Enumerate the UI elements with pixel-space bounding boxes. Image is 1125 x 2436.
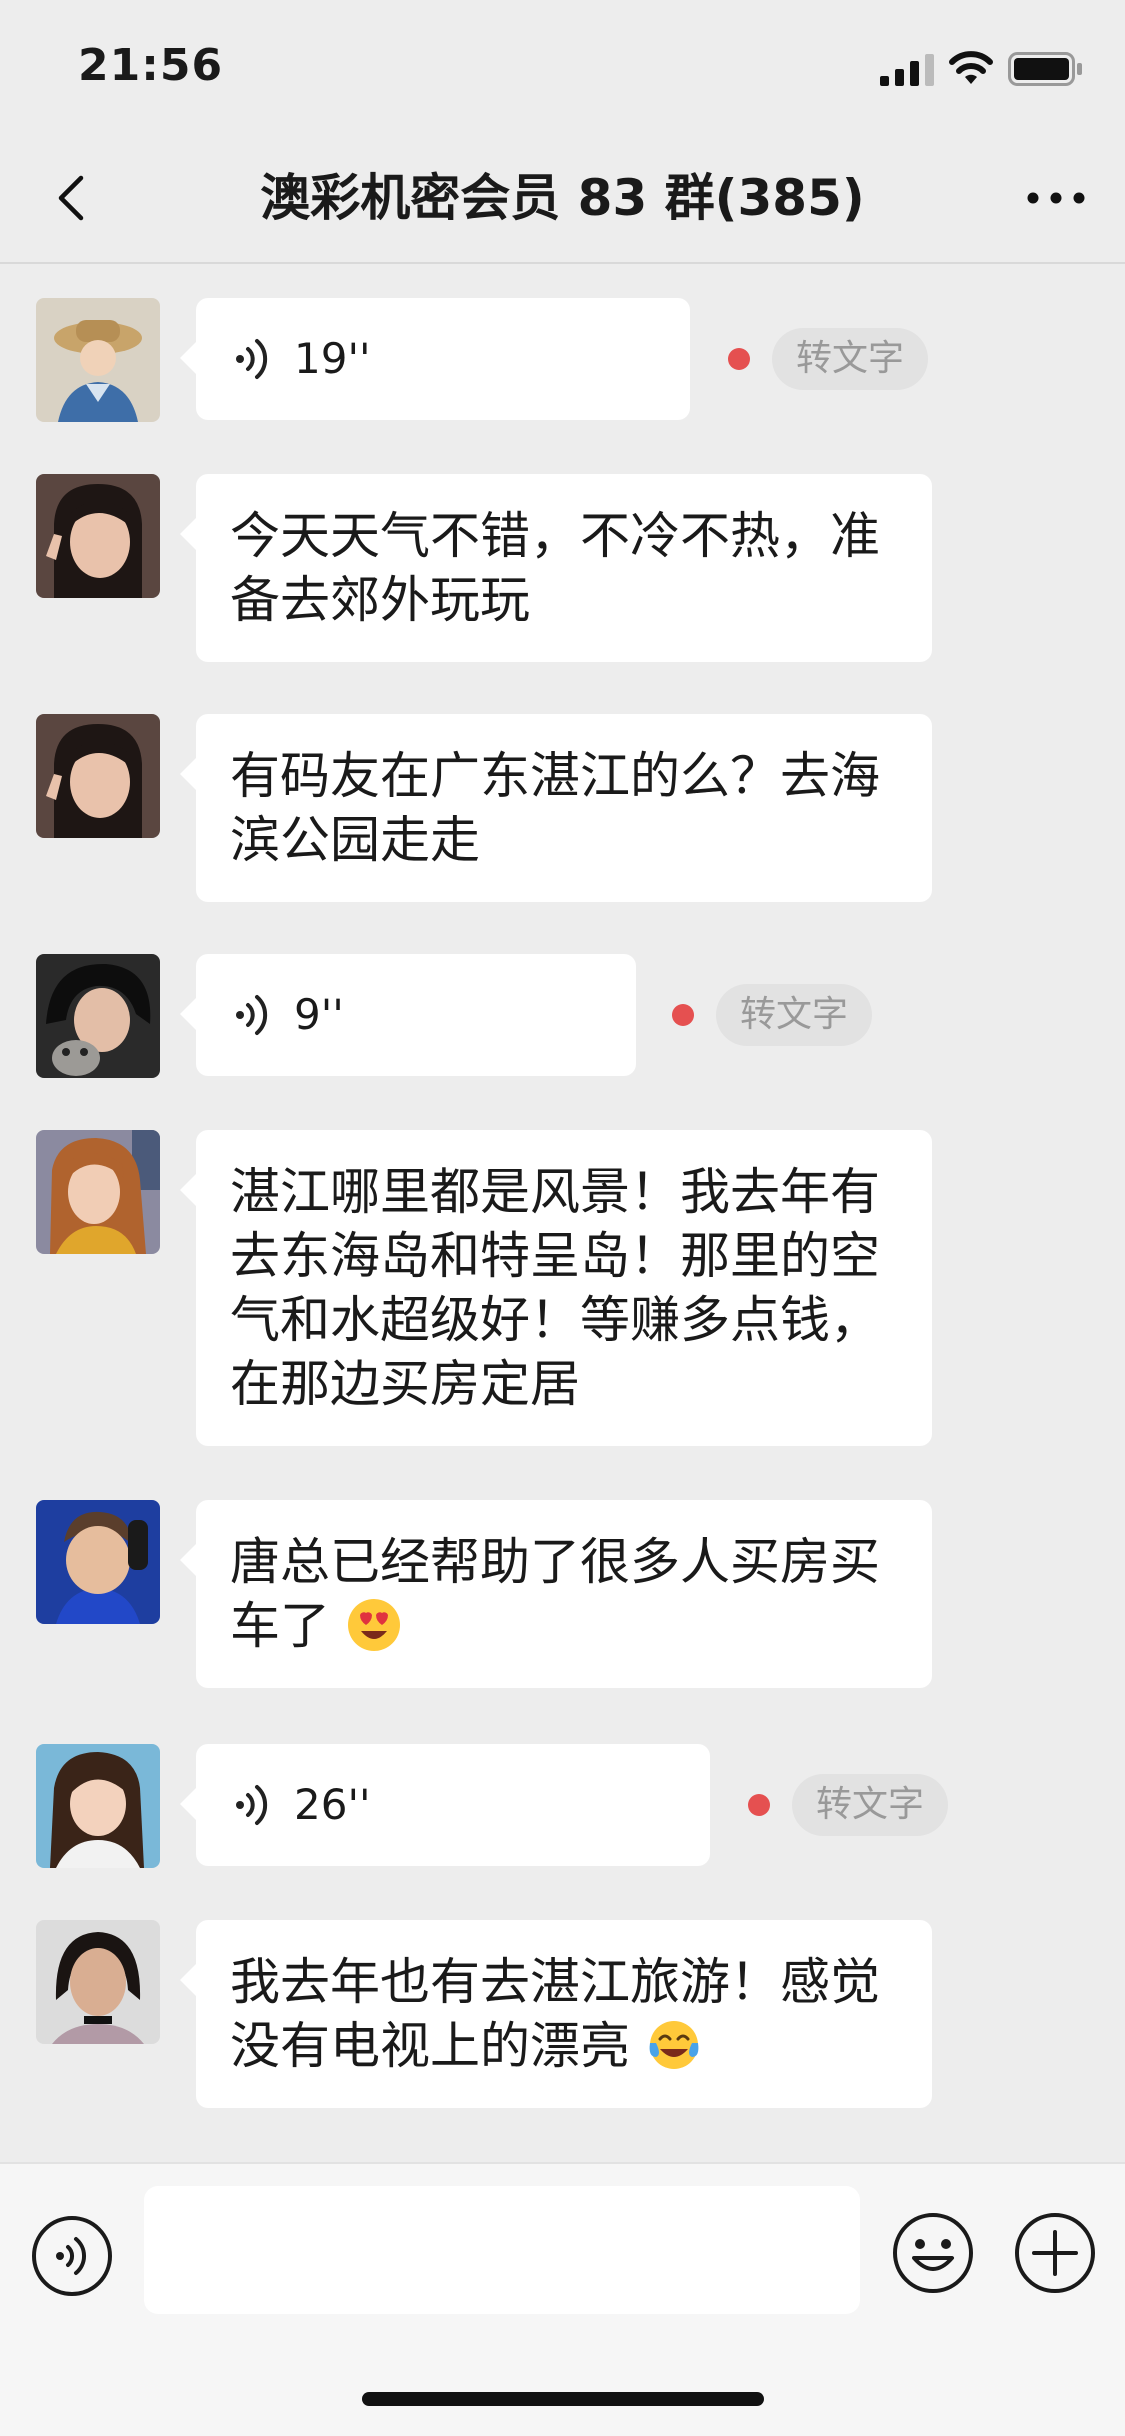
avatar[interactable] (36, 954, 160, 1078)
battery-icon (1008, 52, 1082, 86)
voice-duration: 26'' (294, 1780, 371, 1829)
message-text: 今天天气不错，不冷不热，准备去郊外玩玩 (230, 507, 880, 629)
status-time: 21:56 (78, 40, 224, 91)
avatar[interactable] (36, 474, 160, 598)
message-text: 湛江哪里都是风景！我去年有去东海岛和特呈岛！那里的空气和水超级好！等赚多点钱，在… (230, 1163, 880, 1413)
unread-dot (672, 1004, 694, 1026)
message-text: 有码友在广东湛江的么？去海滨公园走走 (230, 747, 880, 869)
chevron-left-icon (58, 175, 84, 221)
emoji-button-icon[interactable] (890, 2210, 976, 2296)
voice-wave-icon (236, 339, 268, 379)
more-dots-icon (1027, 192, 1085, 204)
text-message-bubble[interactable]: 唐总已经帮助了很多人买房买车了 (180, 1500, 932, 1688)
avatar[interactable] (36, 298, 160, 422)
status-bar: 21:56 (0, 0, 1125, 132)
text-message-bubble[interactable]: 我去年也有去湛江旅游！感觉没有电视上的漂亮 (180, 1920, 932, 2108)
convert-to-text-button[interactable]: 转文字 (716, 984, 873, 1046)
voice-message-bubble[interactable]: 26'' (180, 1744, 710, 1866)
voice-wave-icon (236, 1785, 268, 1825)
unread-dot (728, 348, 750, 370)
voice-message-bubble[interactable]: 9'' (180, 954, 636, 1076)
avatar[interactable] (36, 1130, 160, 1254)
avatar[interactable] (36, 1744, 160, 1868)
tears-of-joy-emoji-icon (649, 2021, 699, 2069)
nav-bar: 澳彩机密会员 83 群(385) (0, 132, 1125, 264)
home-indicator (362, 2392, 764, 2406)
convert-to-text-button[interactable]: 转文字 (772, 328, 929, 390)
message-text: 唐总已经帮助了很多人买房买车了 (230, 1533, 880, 1655)
message-text: 我去年也有去湛江旅游！感觉没有电视上的漂亮 (230, 1953, 880, 2075)
voice-duration: 19'' (294, 334, 371, 383)
voice-wave-icon (236, 995, 268, 1035)
avatar[interactable] (36, 714, 160, 838)
back-button[interactable] (40, 166, 100, 230)
voice-duration: 9'' (294, 990, 344, 1039)
unread-dot (748, 1794, 770, 1816)
text-message-bubble[interactable]: 今天天气不错，不冷不热，准备去郊外玩玩 (180, 474, 932, 662)
chat-title: 澳彩机密会员 83 群(385) (260, 169, 865, 227)
message-input[interactable] (144, 2186, 860, 2314)
avatar[interactable] (36, 1500, 160, 1624)
text-message-bubble[interactable]: 有码友在广东湛江的么？去海滨公园走走 (180, 714, 932, 902)
voice-input-toggle-icon[interactable] (30, 2214, 114, 2298)
convert-to-text-button[interactable]: 转文字 (792, 1774, 949, 1836)
plus-button-icon[interactable] (1012, 2210, 1098, 2296)
voice-message-bubble[interactable]: 19'' (180, 298, 690, 420)
cellular-signal-icon (880, 54, 934, 86)
text-message-bubble[interactable]: 湛江哪里都是风景！我去年有去东海岛和特呈岛！那里的空气和水超级好！等赚多点钱，在… (180, 1130, 932, 1446)
heart-eyes-emoji-icon (347, 1599, 400, 1651)
wifi-icon (949, 51, 993, 84)
avatar[interactable] (36, 1920, 160, 2044)
more-options-button[interactable] (1021, 172, 1091, 224)
